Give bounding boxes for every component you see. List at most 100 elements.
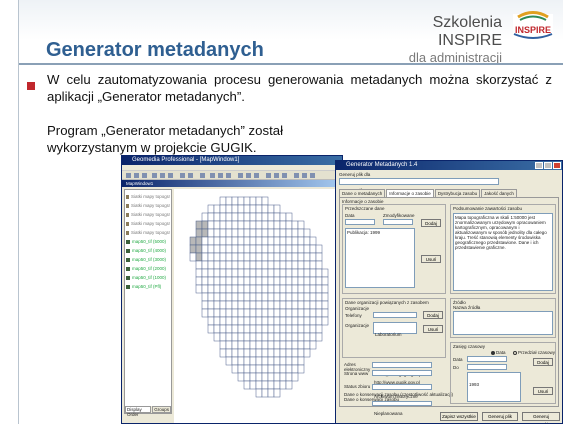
minimize-button[interactable] — [535, 162, 543, 169]
map-sheet — [237, 196, 245, 206]
organizations-list[interactable]: Laboratorium — [373, 322, 417, 337]
legend-item-label: Siatki mapy topograficznej — [130, 221, 170, 226]
add-phone-button[interactable]: Dodaj — [423, 311, 443, 319]
map-sheet — [261, 356, 269, 366]
geomedia-window: Geomedia Professional - [MapWindow1] Map… — [121, 155, 343, 424]
map-canvas[interactable] — [174, 189, 342, 423]
map-sheet — [303, 300, 311, 310]
map-sheet — [201, 308, 209, 318]
map-sheet — [267, 372, 275, 382]
map-sheet — [315, 316, 323, 326]
close-button[interactable] — [553, 162, 561, 169]
map-sheet — [231, 220, 239, 230]
map-sheet — [237, 332, 245, 342]
map-sheet — [273, 236, 281, 246]
generate-file-select[interactable]: map50_tif — [339, 178, 499, 193]
generate-all-button[interactable]: Generuj wszystkie — [522, 412, 560, 423]
map-sheet — [249, 332, 257, 342]
map-sheet — [249, 372, 257, 382]
temporal-date-field[interactable] — [467, 356, 507, 362]
map-sheet — [255, 284, 263, 294]
legend-item[interactable]: Siatki mapy topograficznej — [126, 228, 170, 237]
map-sheet — [315, 244, 323, 254]
remove-temporal-button[interactable]: Usuń — [533, 387, 553, 395]
map-sheet — [207, 308, 215, 318]
legend-item[interactable]: Siatki mapy topograficznej — [126, 192, 170, 201]
map-sheet — [273, 348, 281, 358]
map-sheet — [225, 244, 233, 254]
summary-textarea[interactable]: Mapa topograficzna w skali 1:50000 jest … — [453, 213, 553, 291]
legend-item[interactable]: map50_tif (5000) — [126, 237, 170, 246]
org-group-label: Dane organizacji powiązanych z zasobem — [345, 300, 429, 305]
save-all-button[interactable]: Zapisz wszystkie — [440, 412, 478, 421]
radio-range[interactable]: Przedział czasowy — [513, 350, 555, 355]
map-sheet — [309, 284, 317, 294]
map-sheet — [231, 292, 239, 302]
map-sheet — [249, 340, 257, 350]
tab-groups[interactable]: Groups — [152, 406, 171, 413]
dates-list[interactable]: Publikacja: 1999 — [345, 228, 415, 288]
layer-swatch-icon — [126, 257, 130, 262]
maintenance-select[interactable]: Nieplanowana — [372, 401, 432, 416]
map-sheet — [291, 252, 299, 262]
map-sheet — [237, 244, 245, 254]
temporal-to-field[interactable] — [467, 364, 507, 370]
modified-label: Zmodyfikowane — [383, 213, 415, 218]
map-sheet — [225, 332, 233, 342]
legend-item[interactable]: map50_tif (3000) — [126, 255, 170, 264]
add-date-button[interactable]: Dodaj — [421, 219, 441, 227]
map-sheet — [273, 340, 281, 350]
map-sheet — [321, 316, 329, 326]
legend-item[interactable]: map50_tif (4000) — [126, 246, 170, 255]
map-sheet — [243, 356, 251, 366]
map-sheet — [195, 244, 203, 254]
legend-item[interactable]: Siatki mapy topograficznej — [126, 201, 170, 210]
map-sheet — [255, 204, 263, 214]
map-sheet — [297, 300, 305, 310]
poland-grid-map[interactable] — [174, 189, 342, 423]
legend-item[interactable]: map50_tif (Pfl) — [126, 282, 170, 291]
map-sheet — [201, 268, 209, 278]
remove-date-button[interactable]: Usuń — [421, 255, 441, 263]
map-sheet — [261, 340, 269, 350]
map-sheet — [309, 260, 317, 270]
map-sheet — [237, 292, 245, 302]
legend-item[interactable]: map50_tif (1000) — [126, 273, 170, 282]
map-sheet — [255, 308, 263, 318]
www-field[interactable]: http://www.gugik.gov.pl — [372, 370, 432, 385]
map-sheet — [219, 220, 227, 230]
generate-file-button[interactable]: Generuj plik — [482, 412, 518, 421]
radio-date[interactable]: Data — [491, 350, 506, 355]
map-sheet — [315, 292, 323, 302]
temporal-list[interactable]: 1993 — [467, 372, 521, 402]
email-field[interactable]: koldo@mail.gugik.gov.pl — [372, 362, 432, 377]
legend-item[interactable]: Siatki mapy topograficznej — [126, 219, 170, 228]
legend-item-label: Siatki mapy topograficznej — [130, 230, 170, 235]
layer-swatch-icon — [126, 275, 130, 280]
source-name-field[interactable] — [453, 311, 553, 335]
slide-title: Generator metadanych — [46, 39, 264, 61]
map-sheet — [303, 268, 311, 278]
map-sheet — [321, 308, 329, 318]
add-temporal-button[interactable]: Dodaj — [533, 358, 553, 366]
map-sheet — [195, 284, 203, 294]
map-sheet — [267, 260, 275, 270]
tab-display-order[interactable]: Display Order — [125, 406, 152, 417]
legend-item[interactable]: Siatki mapy topograficznej — [126, 210, 170, 219]
remove-org-button[interactable]: Usuń — [423, 325, 443, 333]
modified-select[interactable] — [383, 219, 413, 225]
status-select[interactable]: Archiwum historyczne — [372, 384, 432, 399]
date-field[interactable] — [345, 219, 375, 225]
map-sheet — [219, 340, 227, 350]
legend-item[interactable]: map50_tif (2000) — [126, 264, 170, 273]
map-sheet — [267, 324, 275, 334]
generator-window: Generator Metadanych 1.4 Generuj plik dl… — [335, 160, 563, 424]
map-sheet — [219, 228, 227, 238]
map-sheet — [261, 204, 269, 214]
maximize-button[interactable] — [544, 162, 552, 169]
map-sheet — [231, 196, 239, 206]
map-sheet — [243, 300, 251, 310]
tab-panel: Informacje o zasobie Przedszczane dane D… — [339, 197, 559, 416]
map-sheet — [291, 364, 299, 374]
phone-field[interactable]: +48 — [373, 312, 417, 327]
